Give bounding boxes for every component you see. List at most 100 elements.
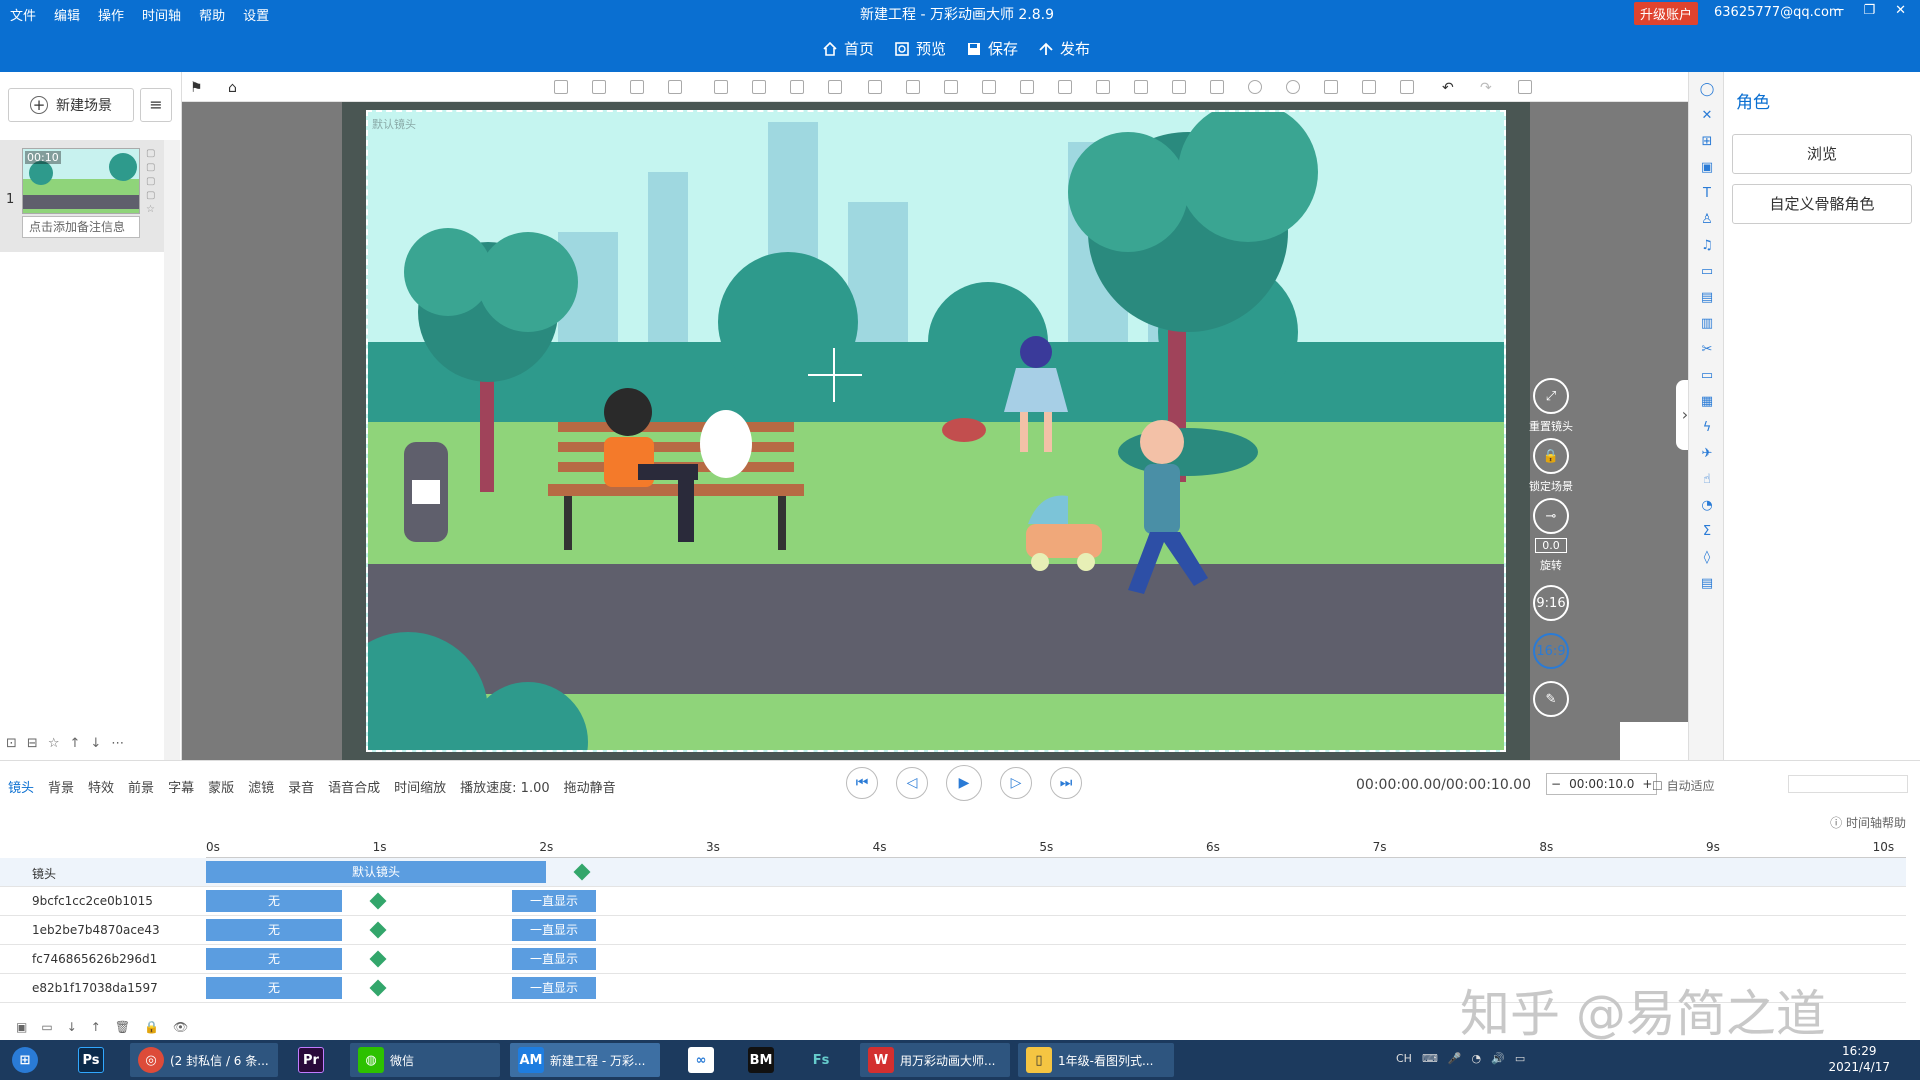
delete-icon[interactable]: ▢ <box>146 162 155 173</box>
tool-icon-12[interactable] <box>982 80 996 94</box>
taskbar-photoshop[interactable]: Ps <box>70 1043 112 1077</box>
network-icon[interactable]: ◔ <box>1472 1052 1482 1065</box>
favorite-icon[interactable]: ☆ <box>48 736 60 751</box>
format-painter-icon[interactable]: ⚑ <box>190 80 204 96</box>
up-icon[interactable]: ↑ <box>91 1020 101 1034</box>
tool-play-speed[interactable]: 播放速度: 1.00 <box>460 777 549 796</box>
tool-icon-8[interactable] <box>828 80 842 94</box>
plane-icon[interactable]: ✈ <box>1699 446 1715 462</box>
custom-bone-role-button[interactable]: 自定义骨骼角色 <box>1732 184 1912 224</box>
move-up-icon[interactable]: ↑ <box>69 736 80 751</box>
go-start-icon[interactable]: ⏮ <box>846 767 878 799</box>
ratio-16-9-button[interactable]: 16:9 <box>1533 633 1569 669</box>
upgrade-button[interactable]: 升级账户 <box>1634 2 1699 25</box>
diagram-icon[interactable]: ⊞ <box>1699 134 1715 150</box>
timeline-zoom-slider[interactable] <box>1788 775 1908 793</box>
camera-bar[interactable]: 默认镜头 <box>206 861 546 883</box>
time-ruler[interactable]: 0s 1s 2s 3s 4s 5s 6s 7s 8s 9s 10s <box>206 838 1906 858</box>
more-icon[interactable]: ⋯ <box>111 736 124 751</box>
decrease-icon[interactable]: − <box>1547 777 1565 791</box>
new-scene-button[interactable]: + 新建场景 <box>8 88 134 122</box>
home-stage-icon[interactable]: ⌂ <box>228 80 242 96</box>
timeline-help-link[interactable]: ⓘ 时间轴帮助 <box>1830 814 1906 831</box>
lock-scene-icon[interactable]: 🔒 <box>1533 438 1569 474</box>
star-icon[interactable]: ☆ <box>146 204 155 215</box>
scene-scrollbar[interactable] <box>164 140 180 760</box>
tool-icon-5[interactable] <box>714 80 728 94</box>
taskbar-fs[interactable]: Fs <box>800 1043 842 1077</box>
keyframe-icon[interactable] <box>369 950 387 968</box>
exit-bar[interactable]: 一直显示 <box>512 977 596 999</box>
trash-icon[interactable]: 🗑 <box>115 1020 130 1034</box>
tool-icon-9[interactable] <box>868 80 882 94</box>
play-icon[interactable]: ▶ <box>946 765 982 801</box>
camera-track[interactable]: 镜头 默认镜头 <box>0 858 1906 887</box>
taskbar-folder[interactable]: ▯ 1年级-看图列式... <box>1018 1043 1174 1077</box>
track-row[interactable]: 9bcfc1cc2ce0b1015 无 一直显示 <box>0 887 1906 916</box>
svg-icon[interactable]: ✕ <box>1699 108 1715 124</box>
redo-icon[interactable]: ↷ <box>1480 80 1494 96</box>
gallery-icon[interactable]: ▥ <box>1699 316 1715 332</box>
taskbar-premiere[interactable]: Pr <box>290 1043 332 1077</box>
zoom-in-icon[interactable] <box>1248 80 1262 94</box>
add-track-icon[interactable]: ▣ <box>16 1020 27 1034</box>
folder-tool-icon[interactable]: ▭ <box>1699 368 1715 384</box>
copy-tool-icon[interactable] <box>1362 80 1376 94</box>
text-icon[interactable]: T <box>1699 186 1715 202</box>
exit-bar[interactable]: 一直显示 <box>512 890 596 912</box>
keyframe-icon[interactable] <box>369 921 387 939</box>
lock-track-icon[interactable]: 🔒 <box>144 1020 159 1034</box>
tool-icon-2[interactable] <box>592 80 606 94</box>
browse-button[interactable]: 浏览 <box>1732 134 1912 174</box>
tool-icon-3[interactable] <box>630 80 644 94</box>
taskbar-chrome[interactable]: ◎ (2 封私信 / 6 条... <box>130 1043 278 1077</box>
tool-filter[interactable]: 滤镜 <box>248 777 274 796</box>
taskbar-bm[interactable]: BM <box>740 1043 782 1077</box>
hand-icon[interactable]: ☝ <box>1699 472 1715 488</box>
role-icon[interactable]: ♙ <box>1699 212 1715 228</box>
taskbar-animiz[interactable]: AM 新建工程 - 万彩... <box>510 1043 660 1077</box>
track-row[interactable]: fc746865626b296d1 无 一直显示 <box>0 945 1906 974</box>
tool-effects[interactable]: 特效 <box>88 777 114 796</box>
scene-thumbnail[interactable]: 00:10 <box>22 148 140 214</box>
tool-background[interactable]: 背景 <box>48 777 74 796</box>
go-end-icon[interactable]: ⏭ <box>1050 767 1082 799</box>
tool-icon-4[interactable] <box>668 80 682 94</box>
tool-icon-17[interactable] <box>1172 80 1186 94</box>
paste-icon[interactable] <box>1400 80 1414 94</box>
lock-icon[interactable] <box>1324 80 1338 94</box>
save-button[interactable]: 保存 <box>966 38 1018 59</box>
add-keyframe-icon[interactable] <box>573 863 591 881</box>
tool-icon-11[interactable] <box>944 80 958 94</box>
keyframe-icon[interactable] <box>369 892 387 910</box>
video-icon[interactable]: ▦ <box>1699 394 1715 410</box>
photo-icon[interactable]: ▤ <box>1699 290 1715 306</box>
account-label[interactable]: 63625777@qq.com <box>1714 5 1842 20</box>
down-icon[interactable]: ↓ <box>67 1020 77 1034</box>
enter-bar[interactable]: 无 <box>206 948 342 970</box>
tool-icon-15[interactable] <box>1096 80 1110 94</box>
tool-camera[interactable]: 镜头 <box>8 777 34 796</box>
taskbar-netdisk[interactable]: ∞ <box>680 1043 722 1077</box>
add-scene-icon[interactable]: ⊡ <box>6 736 17 751</box>
exit-bar[interactable]: 一直显示 <box>512 919 596 941</box>
settings-tool-icon[interactable] <box>1518 80 1532 94</box>
taskbar-wechat[interactable]: ◍ 微信 <box>350 1043 500 1077</box>
home-button[interactable]: 首页 <box>822 38 874 59</box>
tool-icon-16[interactable] <box>1134 80 1148 94</box>
menu-file[interactable]: 文件 <box>10 5 36 24</box>
chart-icon[interactable]: ◔ <box>1699 498 1715 514</box>
export-scene-icon[interactable]: ⊟ <box>27 736 38 751</box>
edit-camera-icon[interactable]: ✎ <box>1533 681 1569 717</box>
taskbar-wps[interactable]: W 用万彩动画大师... <box>860 1043 1010 1077</box>
zoom-out-icon[interactable] <box>1286 80 1300 94</box>
tool-mask[interactable]: 蒙版 <box>208 777 234 796</box>
drop-icon[interactable]: ◊ <box>1699 550 1715 566</box>
step-back-icon[interactable]: ◁ <box>896 767 928 799</box>
bubble-icon[interactable]: ▭ <box>1699 264 1715 280</box>
tools-icon[interactable]: ✂ <box>1699 342 1715 358</box>
tool-time-scale[interactable]: 时间缩放 <box>394 777 446 796</box>
undo-icon[interactable]: ↶ <box>1442 80 1456 96</box>
track-row[interactable]: 1eb2be7b4870ace43 无 一直显示 <box>0 916 1906 945</box>
rotate-icon[interactable]: ⊸ <box>1533 498 1569 534</box>
